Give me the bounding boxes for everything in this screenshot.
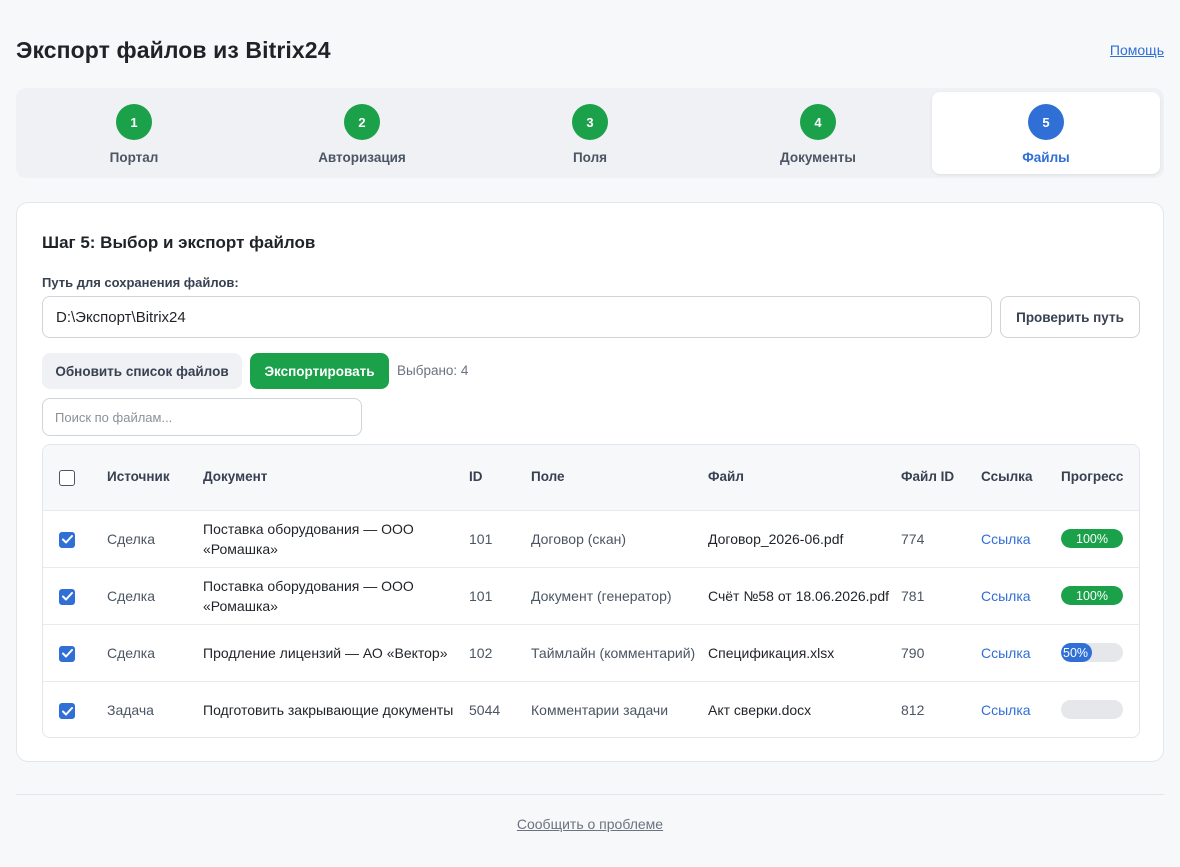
- source-cell: Сделка: [107, 644, 155, 661]
- document-cell: Поставка оборудования — ООО «Ромашка»: [203, 577, 414, 614]
- step-label: Файлы: [1022, 150, 1070, 165]
- help-link[interactable]: Помощь: [1110, 42, 1164, 58]
- source-cell: Сделка: [107, 587, 155, 604]
- file-cell: Спецификация.xlsx: [708, 644, 835, 661]
- file-cell: Счёт №58 от 18.06.2026.pdf: [708, 587, 890, 604]
- field-cell: Таймлайн (комментарий): [531, 644, 696, 661]
- column-file[interactable]: Файл: [702, 445, 895, 510]
- file-link[interactable]: Ссылка: [981, 588, 1031, 604]
- export-button[interactable]: Экспортировать: [250, 353, 389, 389]
- file-search-input[interactable]: [42, 398, 362, 436]
- progress-bar: 100%: [1061, 586, 1123, 605]
- page: Экспорт файлов из Bitrix24 Помощь 1 Порт…: [0, 0, 1180, 867]
- files-table: Источник Документ ID Поле Файл Файл ID С…: [42, 444, 1140, 738]
- footer-divider: [16, 794, 1164, 795]
- id-cell: 101: [469, 587, 493, 604]
- step-label: Поля: [572, 150, 608, 165]
- step-portal[interactable]: 1 Портал: [20, 92, 248, 174]
- wizard-stepper: 1 Портал 2 Авторизация 3 Поля 4 Документ…: [16, 88, 1164, 178]
- step-number: 3: [572, 104, 608, 140]
- progress-bar: 100%: [1061, 529, 1123, 548]
- file-id-cell: 774: [901, 530, 925, 547]
- file-id-cell: 812: [901, 701, 925, 718]
- row-checkbox[interactable]: [59, 531, 75, 548]
- header: Экспорт файлов из Bitrix24 Помощь: [16, 34, 1164, 66]
- row-checkbox[interactable]: [59, 588, 75, 605]
- step-label: Документы: [780, 150, 856, 165]
- document-cell: Поставка оборудования — ООО «Ромашка»: [203, 520, 414, 557]
- table-row: Сделка Продление лицензий — АО «Вектор» …: [43, 624, 1139, 681]
- step-number: 4: [800, 104, 836, 140]
- step-number: 2: [344, 104, 380, 140]
- field-cell: Договор (скан): [531, 530, 627, 547]
- document-cell: Подготовить закрывающие документы: [203, 701, 454, 718]
- step-fields[interactable]: 3 Поля: [476, 92, 704, 174]
- report-problem-link[interactable]: Сообщить о проблеме: [0, 816, 1180, 832]
- path-label: Путь для сохранения файлов:: [42, 275, 239, 290]
- file-link[interactable]: Ссылка: [981, 702, 1031, 718]
- refresh-files-button[interactable]: Обновить список файлов: [42, 353, 242, 389]
- step-label: Портал: [109, 150, 159, 165]
- step-label: Авторизация: [318, 150, 406, 165]
- progress-text: 50%: [1063, 645, 1089, 660]
- selected-count: Выбрано: 4: [397, 363, 469, 378]
- progress-bar: 50%: [1061, 643, 1123, 662]
- id-cell: 102: [469, 644, 493, 661]
- column-link[interactable]: Ссылка: [975, 445, 1055, 510]
- check-path-button[interactable]: Проверить путь: [1000, 296, 1140, 338]
- table-header-row: Источник Документ ID Поле Файл Файл ID С…: [43, 445, 1139, 510]
- step-number: 1: [116, 104, 152, 140]
- files-export-card: Шаг 5: Выбор и экспорт файлов Путь для с…: [16, 202, 1164, 762]
- page-title: Экспорт файлов из Bitrix24: [16, 36, 331, 63]
- field-cell: Документ (генератор): [531, 587, 672, 604]
- progress-text: 100%: [1076, 531, 1108, 546]
- file-cell: Акт сверки.docx: [708, 701, 812, 718]
- table-row: Сделка Поставка оборудования — ООО «Рома…: [43, 567, 1139, 624]
- column-id[interactable]: ID: [463, 445, 525, 510]
- file-cell: Договор_2026-06.pdf: [708, 530, 844, 547]
- select-all-checkbox[interactable]: [59, 469, 75, 486]
- id-cell: 5044: [469, 701, 501, 718]
- header-checkbox-cell: [43, 445, 101, 510]
- step-documents[interactable]: 4 Документы: [704, 92, 932, 174]
- section-title: Шаг 5: Выбор и экспорт файлов: [42, 233, 316, 252]
- column-field[interactable]: Поле: [525, 445, 702, 510]
- step-authorization[interactable]: 2 Авторизация: [248, 92, 476, 174]
- progress-text: [1061, 700, 1123, 719]
- document-cell: Продление лицензий — АО «Вектор»: [203, 644, 448, 661]
- id-cell: 101: [469, 530, 493, 547]
- progress-text: 100%: [1076, 588, 1108, 603]
- column-file-id[interactable]: Файл ID: [895, 445, 975, 510]
- table-row: Сделка Поставка оборудования — ООО «Рома…: [43, 510, 1139, 567]
- step-files[interactable]: 5 Файлы: [932, 92, 1160, 174]
- progress-bar: [1061, 700, 1123, 720]
- source-cell: Сделка: [107, 530, 155, 547]
- step-number: 5: [1028, 104, 1064, 140]
- row-checkbox[interactable]: [59, 703, 75, 720]
- field-cell: Комментарии задачи: [531, 701, 669, 718]
- column-source[interactable]: Источник: [101, 445, 197, 510]
- column-document[interactable]: Документ: [197, 445, 463, 510]
- file-link[interactable]: Ссылка: [981, 645, 1031, 661]
- column-progress[interactable]: Прогресс: [1055, 445, 1139, 510]
- table-row: Задача Подготовить закрывающие документы…: [43, 681, 1139, 737]
- save-path-input[interactable]: [42, 296, 992, 338]
- file-id-cell: 781: [901, 587, 925, 604]
- file-id-cell: 790: [901, 644, 925, 661]
- file-link[interactable]: Ссылка: [981, 531, 1031, 547]
- row-checkbox[interactable]: [59, 645, 75, 662]
- source-cell: Задача: [107, 701, 154, 718]
